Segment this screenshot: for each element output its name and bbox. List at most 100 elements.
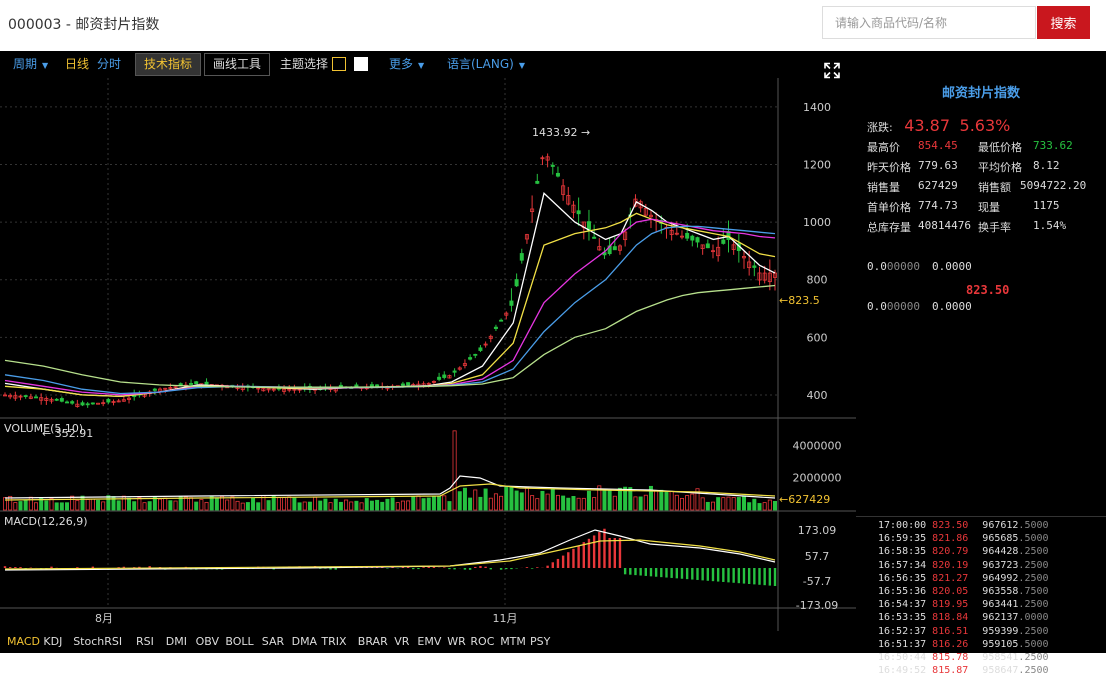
chart-grid: [0, 78, 856, 631]
volume-bar: [535, 498, 540, 511]
volume-bar: [199, 499, 204, 511]
macd-dif-line: [4, 529, 776, 571]
intraday-button[interactable]: 分时: [97, 51, 121, 78]
indicator-tab-dma[interactable]: DMA: [292, 635, 318, 648]
theme-dark-swatch[interactable]: [332, 57, 346, 71]
search-button[interactable]: 搜索: [1037, 6, 1090, 39]
trade-row: 16:54:37 819.95 963441.2500: [878, 599, 1049, 610]
indicator-tab-brar[interactable]: BRAR: [358, 635, 388, 648]
volume-bar: [540, 490, 545, 511]
more-label: 更多: [389, 57, 414, 71]
candle-body: [473, 353, 478, 356]
volume-bar: [271, 495, 276, 511]
volume-bar: [426, 497, 431, 511]
volume-bar: [354, 500, 359, 511]
stock-row: 总库存量 40814476 换手率 1.54%: [867, 219, 1066, 235]
indicator-tab-obv[interactable]: OBV: [196, 635, 219, 648]
amount-value: 5094722.20: [1020, 179, 1087, 192]
volume-bar: [726, 496, 731, 511]
volume-bar: [705, 501, 710, 511]
high-value: 854.45: [918, 139, 958, 152]
indicator-tab-psy[interactable]: PSY: [530, 635, 550, 648]
trade-price: 820.19: [932, 559, 969, 571]
y-tick-label: 1400: [803, 101, 831, 114]
language-menu[interactable]: 语言(LANG) ▼: [447, 51, 525, 78]
indicator-tab-wr[interactable]: WR: [447, 635, 466, 648]
volume-bar: [116, 500, 121, 511]
indicators-button[interactable]: 技术指标: [135, 53, 202, 76]
volume-bar: [132, 501, 137, 511]
candle-body: [705, 243, 710, 249]
trade-price: 819.95: [932, 599, 969, 611]
volume-bar: [400, 500, 405, 511]
avg-value: 8.12: [1033, 159, 1060, 172]
candle-body: [612, 246, 617, 251]
indicator-tab-mtm[interactable]: MTM: [500, 635, 526, 648]
volume-bar: [752, 498, 757, 511]
bid-price-dec: 00000: [886, 260, 920, 273]
trade-price: 818.84: [932, 612, 969, 624]
trade-volume-dec: .7500: [1018, 586, 1049, 597]
trade-time: 16:55:36: [878, 586, 927, 597]
volume-bar: [731, 496, 736, 511]
volume-bar: [225, 499, 230, 511]
volume-bar: [747, 502, 752, 511]
trade-volume: 958647: [982, 665, 1019, 676]
volume-bar: [90, 498, 95, 511]
trade-time: 16:50:44: [878, 652, 927, 663]
volume-bar: [34, 502, 39, 511]
volume-bar: [328, 502, 333, 511]
volume-bar: [545, 493, 550, 511]
theme-light-swatch[interactable]: [354, 57, 368, 71]
daily-button[interactable]: 日线: [65, 51, 89, 78]
volume-bar: [158, 498, 163, 511]
indicator-tabs: MACD KDJ StochRSI RSI DMI OBV BOLL SAR DMA TRIX BR…: [0, 631, 856, 653]
candle-body: [592, 236, 597, 239]
indicator-tab-stochrsi[interactable]: StochRSI: [73, 635, 122, 648]
candlestick-chart[interactable]: 4006008001000120014008月 11月1433.92 →← 352…: [0, 78, 856, 653]
period-label: 周期: [13, 57, 38, 71]
candle-body: [555, 172, 560, 177]
trade-row: 16:51:37 816.26 959105.5000: [878, 639, 1049, 650]
volume-row: 销售量 627429 销售额 5094722.20: [867, 179, 1086, 195]
indicator-tab-rsi[interactable]: RSI: [136, 635, 154, 648]
indicator-tab-macd[interactable]: MACD: [7, 635, 40, 648]
volume-bar: [287, 496, 292, 511]
period-menu[interactable]: 周期 ▼: [13, 51, 48, 78]
indicator-tab-kdj[interactable]: KDJ: [43, 635, 62, 648]
search-input[interactable]: [822, 6, 1036, 39]
volume-bar: [364, 498, 369, 511]
trade-volume: 959105: [982, 638, 1019, 650]
chart-area[interactable]: 400 600 800 1000 1200 1400 8月 11月 1433.92 → ← 352…: [0, 78, 856, 653]
change-value: 43.87: [904, 116, 951, 135]
volume-bar: [70, 495, 75, 511]
volume-bar: [359, 502, 364, 511]
volume-bar: [168, 500, 173, 511]
more-menu[interactable]: 更多 ▼: [389, 51, 424, 78]
trade-row: 16:52:37 816.51 959399.2500: [878, 626, 1049, 637]
trade-volume: 962137: [982, 612, 1019, 624]
indicator-tab-sar[interactable]: SAR: [262, 635, 284, 648]
volume-bar: [478, 496, 483, 511]
avg-label: 平均价格: [978, 161, 1022, 174]
volume-bar: [576, 497, 581, 511]
first-value: 774.73: [918, 199, 958, 212]
volume-bar: [493, 493, 498, 511]
candle-body: [189, 383, 194, 385]
indicator-tab-boll[interactable]: BOLL: [225, 635, 253, 648]
indicator-tab-emv[interactable]: EMV: [417, 635, 441, 648]
trade-price: 815.78: [932, 652, 969, 663]
drawing-tools-button[interactable]: 画线工具: [204, 53, 271, 76]
indicator-tab-dmi[interactable]: DMI: [166, 635, 187, 648]
volume-bar: [685, 495, 690, 511]
indicator-tab-trix[interactable]: TRIX: [321, 635, 346, 648]
candle-body: [721, 239, 726, 244]
candle-body: [152, 388, 157, 391]
indicator-tab-roc[interactable]: ROC: [470, 635, 494, 648]
trade-volume-dec: .2500: [1018, 625, 1049, 637]
macd-tick-label: -173.09: [796, 599, 838, 612]
trade-time: 16:57:34: [878, 559, 927, 571]
indicator-tab-vr[interactable]: VR: [394, 635, 409, 648]
volume-bar: [654, 490, 659, 511]
volume-bar: [638, 496, 643, 511]
